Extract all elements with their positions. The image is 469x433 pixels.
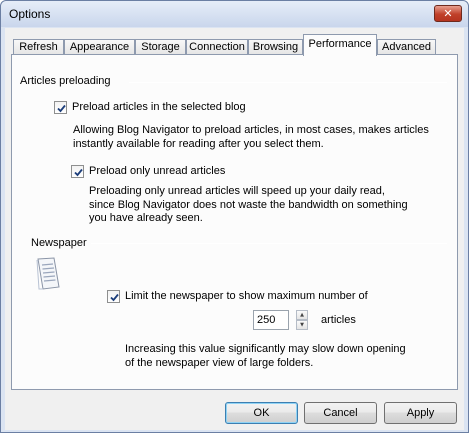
tab-performance[interactable]: Performance: [303, 34, 377, 56]
apply-button[interactable]: Apply: [384, 402, 457, 424]
checkmark-icon: [110, 293, 119, 302]
spin-up-button[interactable]: ▲: [296, 310, 308, 320]
newspaper-note: Increasing this value significantly may …: [125, 343, 406, 369]
close-button[interactable]: ✕: [434, 5, 462, 22]
limit-newspaper-checkbox[interactable]: [107, 290, 120, 303]
options-dialog: Options ✕ Refresh Appearance Storage Con…: [0, 0, 469, 433]
max-articles-input[interactable]: [253, 310, 289, 330]
window-title: Options: [9, 7, 51, 21]
group-title-newspaper: Newspaper: [31, 237, 87, 249]
preload-selected-label[interactable]: Preload articles in the selected blog: [72, 101, 246, 113]
performance-tab-page: Articles preloading Preload articles in …: [11, 54, 458, 390]
close-icon: ✕: [443, 7, 453, 20]
preload-unread-description: Preloading only unread articles will spe…: [89, 185, 408, 224]
max-articles-spinner: ▲ ▼: [296, 310, 308, 330]
checkmark-icon: [74, 168, 83, 177]
preload-unread-label[interactable]: Preload only unread articles: [89, 165, 225, 177]
limit-newspaper-label[interactable]: Limit the newspaper to show maximum numb…: [125, 290, 368, 302]
dialog-client-area: Refresh Appearance Storage Connection Br…: [5, 28, 464, 430]
checkmark-icon: [57, 104, 66, 113]
group-divider: [129, 82, 447, 83]
group-title-articles-preloading: Articles preloading: [20, 75, 111, 87]
cancel-button[interactable]: Cancel: [304, 402, 377, 424]
preload-selected-description: Allowing Blog Navigator to preload artic…: [73, 124, 429, 150]
spin-down-button[interactable]: ▼: [296, 320, 308, 330]
preload-selected-checkbox[interactable]: [54, 101, 67, 114]
newspaper-icon: [36, 257, 60, 290]
preload-unread-checkbox[interactable]: [71, 165, 84, 178]
group-divider: [91, 243, 447, 244]
articles-unit-label: articles: [321, 314, 356, 326]
ok-button[interactable]: OK: [225, 402, 298, 424]
title-bar[interactable]: Options ✕: [1, 1, 468, 27]
